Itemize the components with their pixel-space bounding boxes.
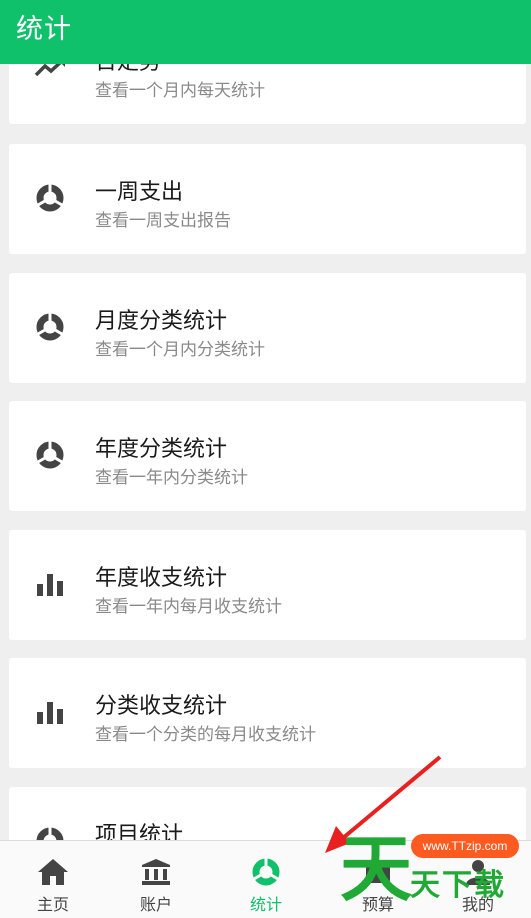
tab-home[interactable]: 主页: [0, 841, 106, 918]
home-icon: [37, 855, 69, 889]
card-title: 日走势: [95, 64, 161, 76]
pie-ring-icon: [34, 182, 66, 214]
pie-ring-icon: [34, 825, 66, 840]
stats-card-yearly-category[interactable]: 年度分类统计 查看一年内分类统计: [9, 401, 526, 511]
card-subtitle: 查看一年内分类统计: [95, 468, 248, 488]
card-title: 分类收支统计: [95, 694, 228, 719]
stats-card-category-income-expense[interactable]: 分类收支统计 查看一个分类的每月收支统计: [9, 658, 526, 768]
card-subtitle: 查看一个月内每天统计: [95, 81, 265, 101]
tab-accounts[interactable]: 账户: [103, 841, 209, 918]
tab-label: 账户: [139, 895, 172, 914]
watermark-logo-char: 天: [340, 827, 413, 911]
tab-label: 主页: [36, 895, 69, 914]
card-title: 月度分类统计: [95, 309, 228, 334]
card-title: 项目统计: [95, 823, 184, 840]
card-subtitle: 查看一个月内分类统计: [95, 340, 265, 360]
page-title: 统计: [16, 14, 72, 45]
bar-chart-icon: [34, 568, 66, 600]
pie-ring-icon: [34, 311, 66, 343]
card-title: 一周支出: [95, 180, 184, 205]
card-subtitle: 查看一年内每月收支统计: [95, 597, 282, 617]
watermark-url: www.TTzip.com: [411, 834, 519, 858]
bar-chart-icon: [34, 696, 66, 728]
stats-list-viewport[interactable]: 日走势 查看一个月内每天统计 一周支出 查看一周支出报告 月度分类统计 查看一个…: [0, 64, 531, 840]
stats-card-weekly-expense[interactable]: 一周支出 查看一周支出报告: [9, 144, 526, 254]
card-subtitle: 查看一周支出报告: [95, 211, 231, 231]
stats-card-yearly-income-expense[interactable]: 年度收支统计 查看一年内每月收支统计: [9, 530, 526, 640]
watermark-text: 天下载: [410, 868, 506, 903]
tab-label: 统计: [249, 895, 282, 914]
pie-ring-icon: [34, 439, 66, 471]
tab-stats[interactable]: 统计: [213, 841, 319, 918]
card-title: 年度分类统计: [95, 437, 228, 462]
stats-card-daily-trend[interactable]: 日走势 查看一个月内每天统计: [9, 64, 526, 124]
trend-line-icon: [34, 64, 66, 84]
stats-card-monthly-category[interactable]: 月度分类统计 查看一个月内分类统计: [9, 273, 526, 383]
bank-icon: [141, 855, 171, 889]
card-subtitle: 查看一个分类的每月收支统计: [95, 725, 316, 745]
pie-ring-icon: [251, 855, 281, 889]
card-title: 年度收支统计: [95, 566, 228, 591]
site-watermark: 天 www.TTzip.com 天下载: [340, 826, 531, 918]
app-bar: 统计: [0, 0, 531, 64]
